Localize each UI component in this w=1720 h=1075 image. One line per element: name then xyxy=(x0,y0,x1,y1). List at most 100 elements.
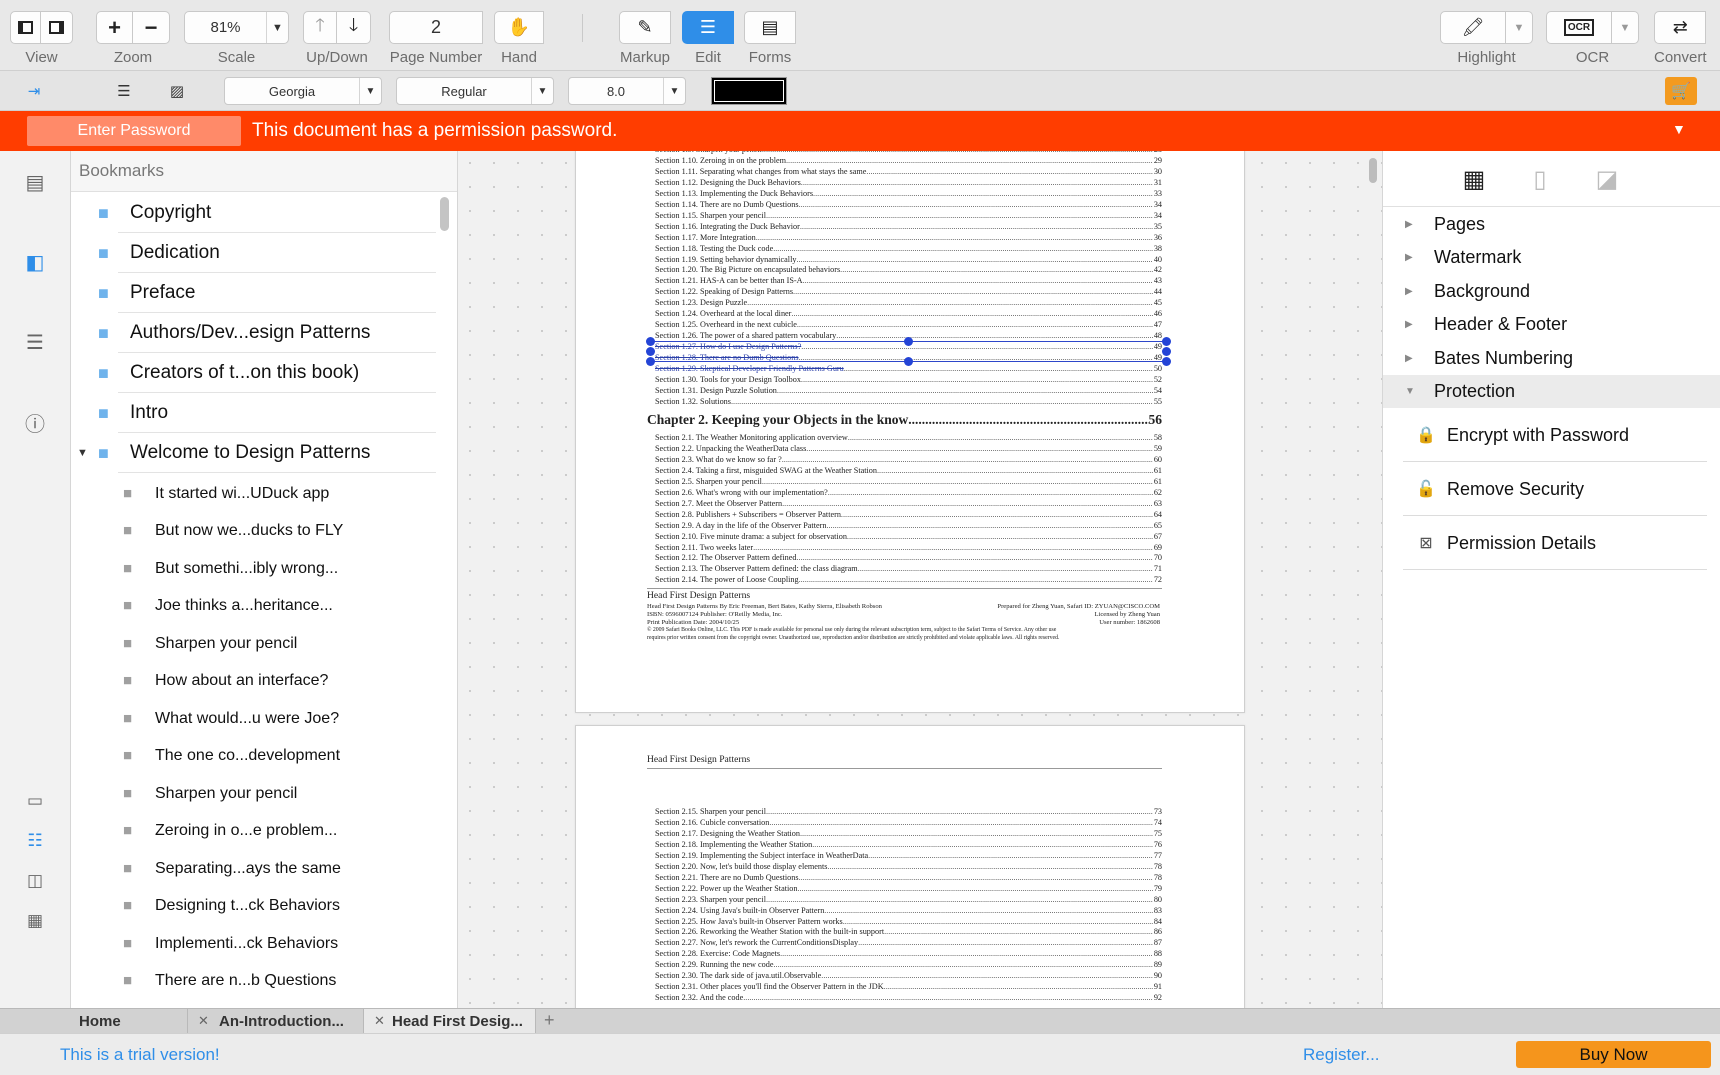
bookmark-item[interactable]: ■ Dedication xyxy=(71,233,436,273)
bookmark-child-item[interactable]: ■ But now we...ducks to FLY xyxy=(71,512,436,549)
close-icon[interactable]: ✕ xyxy=(198,1013,209,1029)
bookmark-child-item[interactable]: ■ There are n...b Questions xyxy=(71,962,436,999)
select-text-icon[interactable]: ⇥ xyxy=(23,80,45,102)
toc-entry[interactable]: Section 2.16. Cubicle conversation 74 xyxy=(655,817,1162,828)
add-text-icon[interactable]: ☰ xyxy=(113,80,135,102)
resize-handle[interactable] xyxy=(1162,357,1171,366)
toc-entry[interactable]: Section 1.18. Testing the Duck code 38 xyxy=(655,243,1162,254)
bookmark-item[interactable]: ■ Intro xyxy=(71,393,436,433)
resize-handle[interactable] xyxy=(904,357,913,366)
toc-entry[interactable]: Section 2.6. What's wrong with our imple… xyxy=(655,487,1162,498)
bookmark-child-item[interactable]: ■ Joe thinks a...heritance... xyxy=(71,587,436,624)
toc-entry[interactable]: Section 2.21. There are no Dumb Question… xyxy=(655,872,1162,883)
expand-caret-icon[interactable]: ▼ xyxy=(77,447,88,459)
text-selection-box[interactable] xyxy=(646,337,1171,366)
document-scrollbar[interactable] xyxy=(1369,158,1377,183)
bookmark-item[interactable]: ■ Copyright xyxy=(71,193,436,233)
toc-entry[interactable]: Section 2.1. The Weather Monitoring appl… xyxy=(655,432,1162,443)
toc-entry[interactable]: Section 2.19. Implementing the Subject i… xyxy=(655,850,1162,861)
single-page-view-button[interactable] xyxy=(10,11,41,44)
toc-entry[interactable]: Section 1.19. Setting behavior dynamical… xyxy=(655,254,1162,265)
pdf-page[interactable]: Section 1.9. Sharpen your pencil28Sectio… xyxy=(575,151,1245,713)
add-image-icon[interactable]: ▨ xyxy=(166,80,188,102)
facing-layout-icon[interactable]: ◫ xyxy=(22,868,48,894)
font-size-select[interactable]: 8.0 ▼ xyxy=(568,77,686,105)
bookmark-child-item[interactable]: ■ Zeroing in o...e problem... xyxy=(71,812,436,849)
document-properties-tab-icon[interactable]: ▦ xyxy=(1460,163,1488,195)
tab-home[interactable]: Home xyxy=(0,1009,188,1033)
toc-entry[interactable]: Section 2.27. Now, let's rework the Curr… xyxy=(655,937,1162,948)
panel-item-watermark[interactable]: ▶ Watermark xyxy=(1383,241,1720,274)
toc-entry[interactable]: Section 2.23. Sharpen your pencil 80 xyxy=(655,894,1162,905)
continuous-layout-icon[interactable]: ☷ xyxy=(22,828,48,854)
panel-item-pages[interactable]: ▶ Pages xyxy=(1383,208,1720,241)
ocr-button[interactable]: OCR xyxy=(1546,11,1612,44)
zoom-in-button[interactable]: + xyxy=(96,11,133,44)
bookmark-child-item[interactable]: ■ Separating...ays the same xyxy=(71,850,436,887)
close-icon[interactable]: ✕ xyxy=(374,1013,385,1029)
toc-entry[interactable]: Section 2.4. Taking a first, misguided S… xyxy=(655,465,1162,476)
toc-entry[interactable]: Section 2.26. Reworking the Weather Stat… xyxy=(655,926,1162,937)
thumbnails-icon[interactable]: ▤ xyxy=(22,169,48,195)
toc-entry[interactable]: Section 1.14. There are no Dumb Question… xyxy=(655,199,1162,210)
toc-entry[interactable]: Section 2.9. A day in the life of the Ob… xyxy=(655,520,1162,531)
bookmark-child-item[interactable]: ■ Designing t...ck Behaviors xyxy=(71,887,436,924)
edit-button[interactable]: ☰ xyxy=(682,11,734,44)
bookmark-child-item[interactable]: ■ How about an interface? xyxy=(71,662,436,699)
toc-entry[interactable]: Section 1.24. Overheard at the local din… xyxy=(655,308,1162,319)
zoom-out-button[interactable]: − xyxy=(133,11,170,44)
tab-head-first[interactable]: ✕ Head First Desig... xyxy=(364,1009,536,1033)
resize-handle[interactable] xyxy=(1162,347,1171,356)
page-up-button[interactable]: 🡑 xyxy=(303,11,337,44)
toc-entry[interactable]: Section 2.8. Publishers + Subscribers = … xyxy=(655,509,1162,520)
toc-entry[interactable]: Section 1.12. Designing the Duck Behavio… xyxy=(655,177,1162,188)
ocr-dropdown[interactable]: ▼ xyxy=(1612,11,1639,44)
outline-list-icon[interactable]: ☰ xyxy=(22,329,48,355)
encrypt-with-password-button[interactable]: 🔒 Encrypt with Password xyxy=(1403,409,1707,462)
bookmark-item[interactable]: ■ Preface xyxy=(71,273,436,313)
toc-entry[interactable]: Section 1.20. The Big Picture on encapsu… xyxy=(655,264,1162,275)
scale-select[interactable]: 81% ▼ xyxy=(184,11,289,44)
toc-entry[interactable]: Section 1.15. Sharpen your pencil 34 xyxy=(655,210,1162,221)
toc-entry[interactable]: Section 2.32. And the code 92 xyxy=(655,992,1162,1003)
toc-entry[interactable]: Section 2.30. The dark side of java.util… xyxy=(655,970,1162,981)
toc-entry[interactable]: Section 1.31. Design Puzzle Solution 54 xyxy=(655,385,1162,396)
toc-entry[interactable]: Section 1.16. Integrating the Duck Behav… xyxy=(655,221,1162,232)
toc-entry[interactable]: Section 2.17. Designing the Weather Stat… xyxy=(655,828,1162,839)
resize-handle[interactable] xyxy=(646,337,655,346)
highlight-dropdown[interactable]: ▼ xyxy=(1506,11,1533,44)
bookmark-item[interactable]: ▼ ■ Welcome to Design Patterns xyxy=(71,433,436,473)
toc-entry[interactable]: Section 2.20. Now, let's build those dis… xyxy=(655,861,1162,872)
page-down-button[interactable]: 🡓 xyxy=(337,11,371,44)
bookmark-child-item[interactable]: ■ What would...u were Joe? xyxy=(71,700,436,737)
toc-entry[interactable]: Section 1.22. Speaking of Design Pattern… xyxy=(655,286,1162,297)
toc-entry[interactable]: Section 2.7. Meet the Observer Pattern 63 xyxy=(655,498,1162,509)
toc-entry[interactable]: Section 2.10. Five minute drama: a subje… xyxy=(655,531,1162,542)
bookmark-child-item[interactable]: ■ Sharpen your pencil xyxy=(71,775,436,812)
toc-entry[interactable]: Section 1.32. Solutions 55 xyxy=(655,396,1162,407)
panel-item-background[interactable]: ▶ Background xyxy=(1383,275,1720,308)
cart-button[interactable]: 🛒 xyxy=(1665,77,1697,105)
toc-entry[interactable]: Section 2.2. Unpacking the WeatherData c… xyxy=(655,443,1162,454)
toc-entry[interactable]: Section 2.25. How Java's built-in Observ… xyxy=(655,916,1162,927)
permission-details-button[interactable]: ⊠ Permission Details xyxy=(1403,517,1707,570)
resize-handle[interactable] xyxy=(646,347,655,356)
toc-entry[interactable]: Section 2.29. Running the new code 89 xyxy=(655,959,1162,970)
toc-entry[interactable]: Section 1.21. HAS-A can be better than I… xyxy=(655,275,1162,286)
toc-entry[interactable]: Section 2.14. The power of Loose Couplin… xyxy=(655,574,1162,585)
bookmark-item[interactable]: ■ Creators of t...on this book) xyxy=(71,353,436,393)
bookmark-child-item[interactable]: ■ But somethi...ibly wrong... xyxy=(71,550,436,587)
buy-now-button[interactable]: Buy Now xyxy=(1516,1041,1711,1068)
text-color-picker[interactable] xyxy=(711,77,787,105)
pdf-page[interactable]: Head First Design Patterns Section 2.15. … xyxy=(575,725,1245,1008)
bookmark-child-item[interactable]: ■ Implementi...ck Behaviors xyxy=(71,925,436,962)
toc-entry[interactable]: Section 2.3. What do we know so far ? 60 xyxy=(655,454,1162,465)
toc-entry[interactable]: Section 2.18. Implementing the Weather S… xyxy=(655,839,1162,850)
page-tab-icon[interactable]: ▯ xyxy=(1526,163,1554,195)
toc-entry[interactable]: Section 2.28. Exercise: Code Magnets 88 xyxy=(655,948,1162,959)
markup-button[interactable]: ✎ xyxy=(619,11,671,44)
register-link[interactable]: Register... xyxy=(1303,1045,1380,1065)
bookmark-child-item[interactable]: ■ Sharpen your pencil xyxy=(71,625,436,662)
toc-entry[interactable]: Section 2.15. Sharpen your pencil 73 xyxy=(655,806,1162,817)
page-number-input[interactable]: 2 xyxy=(389,11,483,44)
